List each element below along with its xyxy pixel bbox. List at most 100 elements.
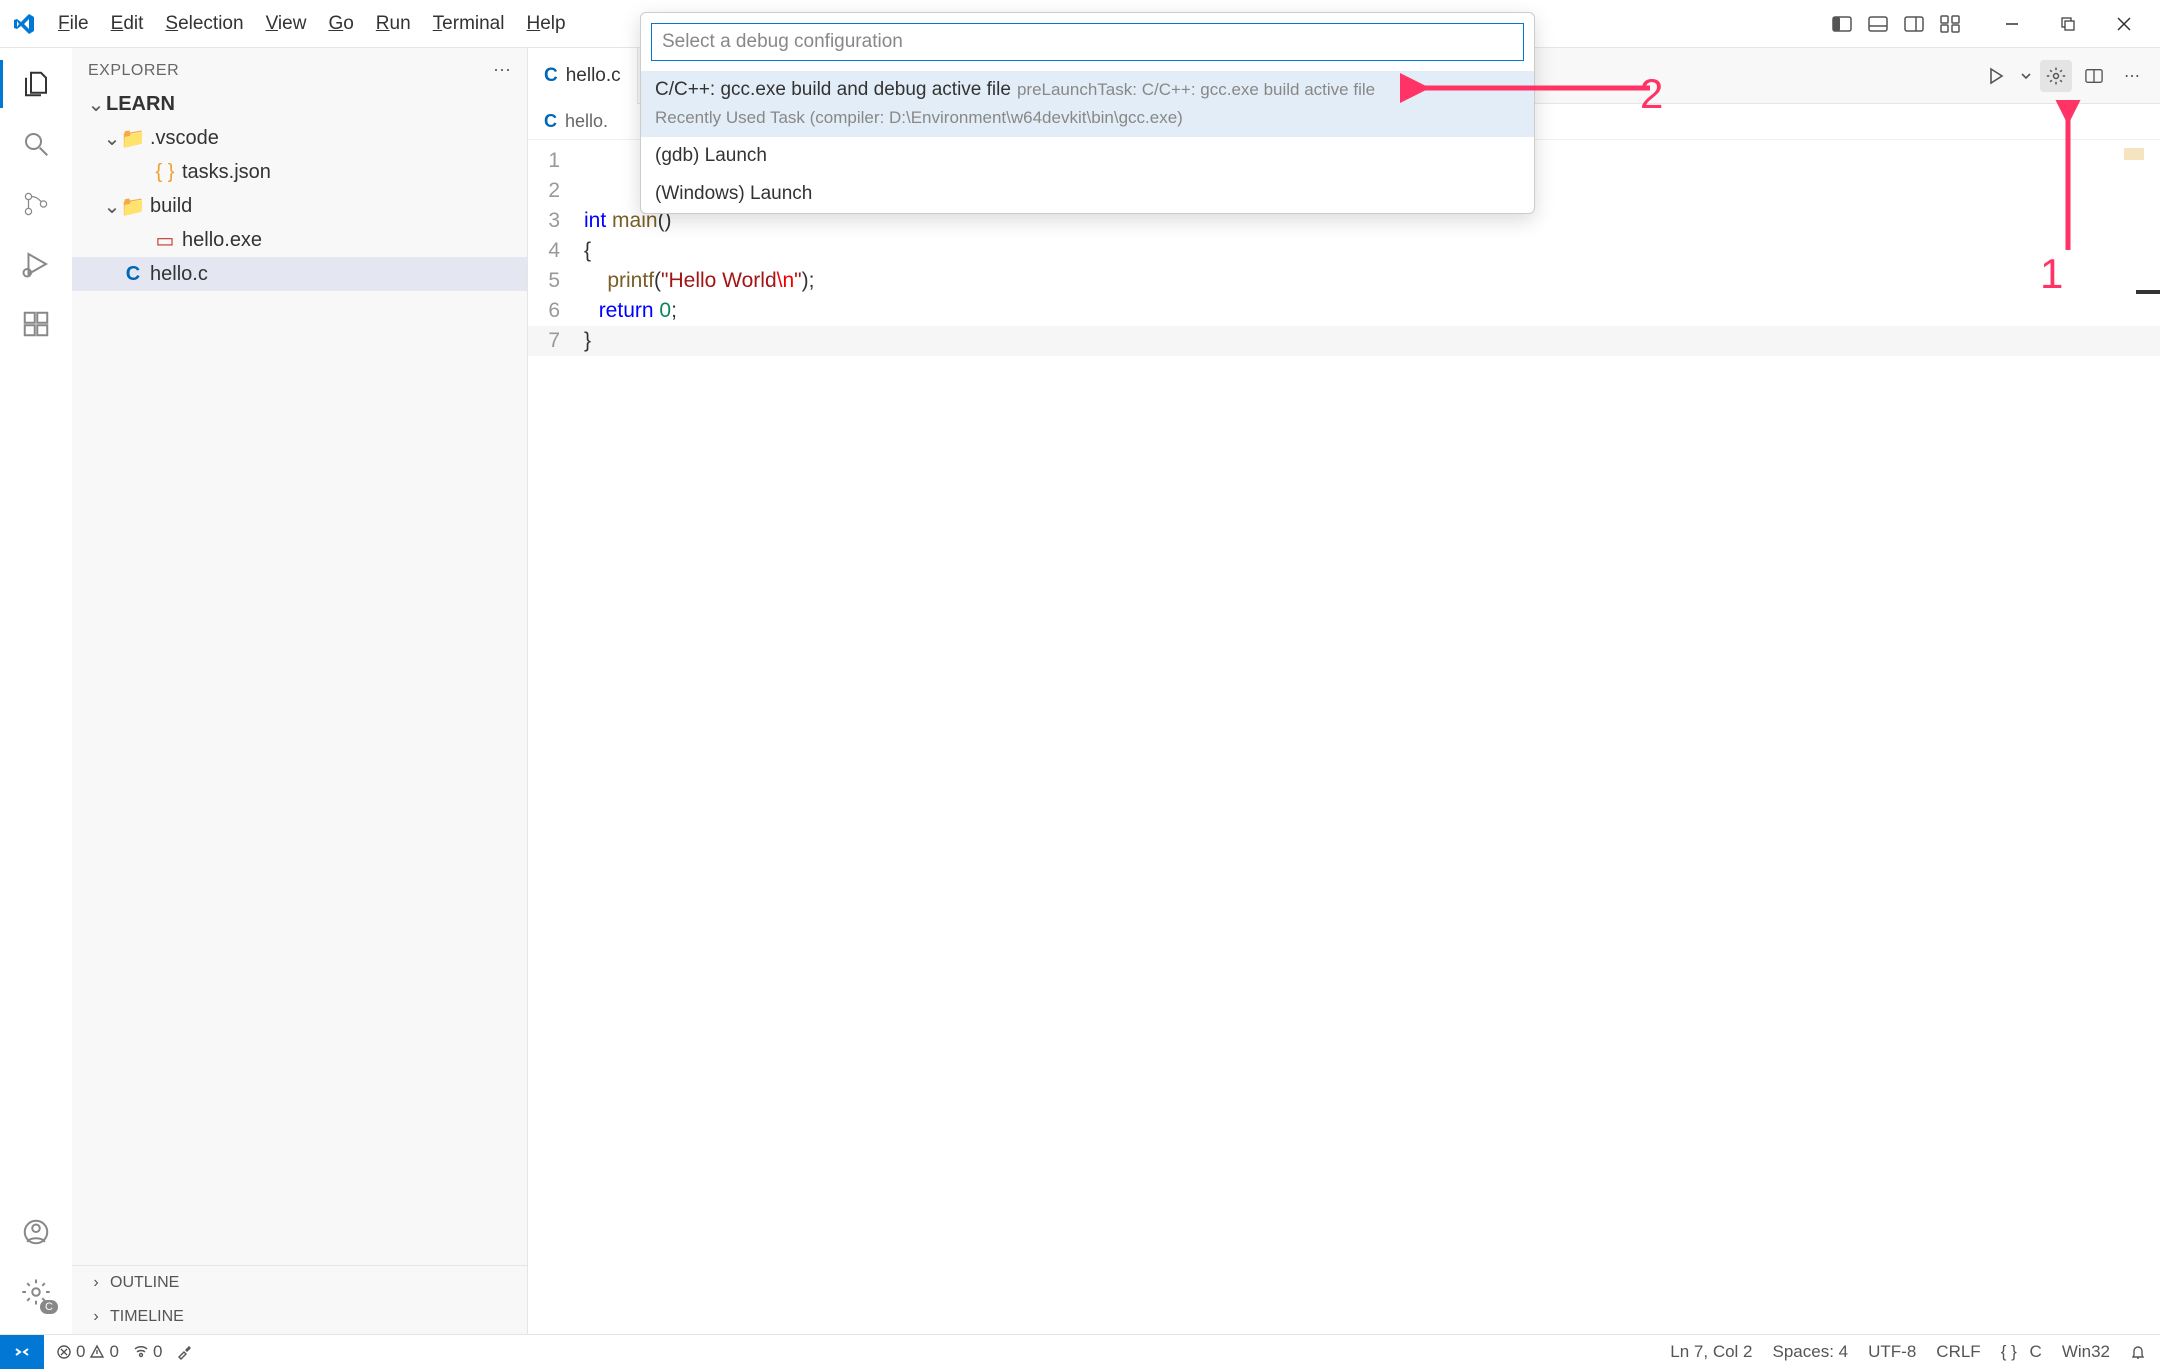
debug-config-palette: C/C++: gcc.exe build and debug active fi… [640, 12, 1535, 214]
status-cursor-position[interactable]: Ln 7, Col 2 [1670, 1342, 1752, 1362]
code-string: " [794, 269, 801, 292]
activity-source-control[interactable] [12, 180, 60, 228]
tree-root-label: LEARN [106, 93, 175, 116]
palette-input[interactable] [651, 23, 1524, 61]
line-number: 6 [528, 296, 584, 326]
palette-item-gcc-build-debug[interactable]: C/C++: gcc.exe build and debug active fi… [641, 71, 1534, 137]
sidebar-more-icon[interactable]: ⋯ [493, 60, 511, 81]
file-tree: ⌄ LEARN ⌄ 📁 .vscode { } tasks.json ⌄ 📁 b… [72, 87, 527, 1265]
activity-settings[interactable]: C [12, 1268, 60, 1316]
outline-section[interactable]: › OUTLINE [72, 1266, 527, 1300]
layout-sidebar-right-icon[interactable] [1900, 10, 1928, 38]
line-number: 5 [528, 266, 584, 296]
menu-go[interactable]: Go [318, 7, 363, 41]
chevron-down-icon: ⌄ [104, 194, 120, 219]
code-punct: ( [654, 269, 661, 292]
activity-bar: C [0, 48, 72, 1334]
chevron-down-icon: ⌄ [88, 92, 104, 117]
vscode-logo-icon [0, 12, 48, 36]
status-lang-brackets: { } [2001, 1342, 2017, 1362]
status-indentation[interactable]: Spaces: 4 [1773, 1342, 1849, 1362]
palette-item-main: (gdb) Launch [655, 145, 767, 166]
outline-label: OUTLINE [110, 1274, 179, 1292]
code-brace: { [584, 236, 591, 266]
minimap[interactable] [2124, 148, 2144, 160]
settings-badge: C [40, 1300, 58, 1314]
tree-label: hello.c [150, 263, 208, 286]
line-number: 4 [528, 236, 584, 266]
status-platform[interactable]: Win32 [2062, 1342, 2110, 1362]
tree-folder-build[interactable]: ⌄ 📁 build [72, 189, 527, 223]
palette-item-main: (Windows) Launch [655, 183, 812, 204]
code-punct: ; [671, 299, 677, 322]
status-eol[interactable]: CRLF [1936, 1342, 1980, 1362]
activity-search[interactable] [12, 120, 60, 168]
status-lang-label: C [2030, 1342, 2042, 1362]
palette-item-gdb-launch[interactable]: (gdb) Launch [641, 137, 1534, 175]
status-warnings-count: 0 [109, 1342, 118, 1362]
debug-config-gear-button[interactable] [2040, 60, 2072, 92]
tree-file-hello-exe[interactable]: ▭ hello.exe [72, 223, 527, 257]
activity-accounts[interactable] [12, 1208, 60, 1256]
activity-run-debug[interactable] [12, 240, 60, 288]
window-minimize-button[interactable] [1984, 0, 2040, 48]
tree-root[interactable]: ⌄ LEARN [72, 87, 527, 121]
menu-help[interactable]: Help [516, 7, 575, 41]
chevron-right-icon: › [88, 1274, 104, 1292]
menu-selection[interactable]: Selection [155, 7, 253, 41]
tree-folder-vscode[interactable]: ⌄ 📁 .vscode [72, 121, 527, 155]
line-number: 2 [528, 176, 584, 206]
palette-item-hint: preLaunchTask: C/C++: gcc.exe build acti… [1017, 80, 1375, 99]
c-file-icon: C [122, 263, 144, 286]
layout-panel-bottom-icon[interactable] [1864, 10, 1892, 38]
status-language[interactable]: { } C [2001, 1342, 2042, 1362]
palette-item-main: C/C++: gcc.exe build and debug active fi… [655, 79, 1011, 100]
line-number: 7 [528, 326, 584, 356]
code-escape: \n [777, 269, 795, 292]
chevron-down-icon: ⌄ [104, 126, 120, 151]
layout-sidebar-left-icon[interactable] [1828, 10, 1856, 38]
palette-item-sub: Recently Used Task (compiler: D:\Environ… [655, 105, 1520, 131]
status-notifications-icon[interactable] [2130, 1344, 2146, 1360]
timeline-label: TIMELINE [110, 1308, 184, 1326]
status-ports[interactable]: 0 [133, 1342, 162, 1362]
status-problems[interactable]: 0 0 [56, 1342, 119, 1362]
json-icon: { } [154, 161, 176, 184]
menu-terminal[interactable]: Terminal [423, 7, 515, 41]
palette-item-windows-launch[interactable]: (Windows) Launch [641, 175, 1534, 213]
window-close-button[interactable] [2096, 0, 2152, 48]
status-ports-count: 0 [153, 1342, 162, 1362]
status-eol-label: CRLF [1936, 1342, 1980, 1362]
exe-icon: ▭ [154, 228, 176, 253]
code-keyword: return [599, 299, 654, 322]
timeline-section[interactable]: › TIMELINE [72, 1300, 527, 1334]
menu-view[interactable]: View [256, 7, 317, 41]
tree-label: hello.exe [182, 229, 262, 252]
status-build-task[interactable] [176, 1344, 192, 1360]
tree-file-tasks-json[interactable]: { } tasks.json [72, 155, 527, 189]
tree-label: .vscode [150, 127, 219, 150]
folder-icon: 📁 [122, 126, 144, 151]
activity-explorer[interactable] [12, 60, 60, 108]
run-dropdown-chevron[interactable] [2018, 60, 2034, 92]
tab-hello-c[interactable]: C hello.c [528, 48, 638, 104]
run-play-button[interactable] [1980, 60, 2012, 92]
menu-run[interactable]: Run [366, 7, 421, 41]
editor-more-button[interactable]: ⋯ [2116, 60, 2148, 92]
activity-extensions[interactable] [12, 300, 60, 348]
status-bar: 0 0 0 Ln 7, Col 2 Spaces: 4 UTF-8 CRLF {… [0, 1334, 2160, 1368]
tree-label: tasks.json [182, 161, 271, 184]
status-platform-label: Win32 [2062, 1342, 2110, 1362]
remote-button[interactable] [0, 1335, 44, 1369]
menu-bar: FFileile Edit Selection View Go Run Term… [48, 7, 576, 41]
status-errors-count: 0 [76, 1342, 85, 1362]
split-editor-button[interactable] [2078, 60, 2110, 92]
tree-file-hello-c[interactable]: C hello.c [72, 257, 527, 291]
chevron-right-icon: › [88, 1308, 104, 1326]
layout-customize-icon[interactable] [1936, 10, 1964, 38]
code-punct: ); [802, 269, 815, 292]
menu-file[interactable]: FFileile [48, 7, 99, 41]
window-maximize-button[interactable] [2040, 0, 2096, 48]
status-encoding[interactable]: UTF-8 [1868, 1342, 1916, 1362]
menu-edit[interactable]: Edit [101, 7, 154, 41]
